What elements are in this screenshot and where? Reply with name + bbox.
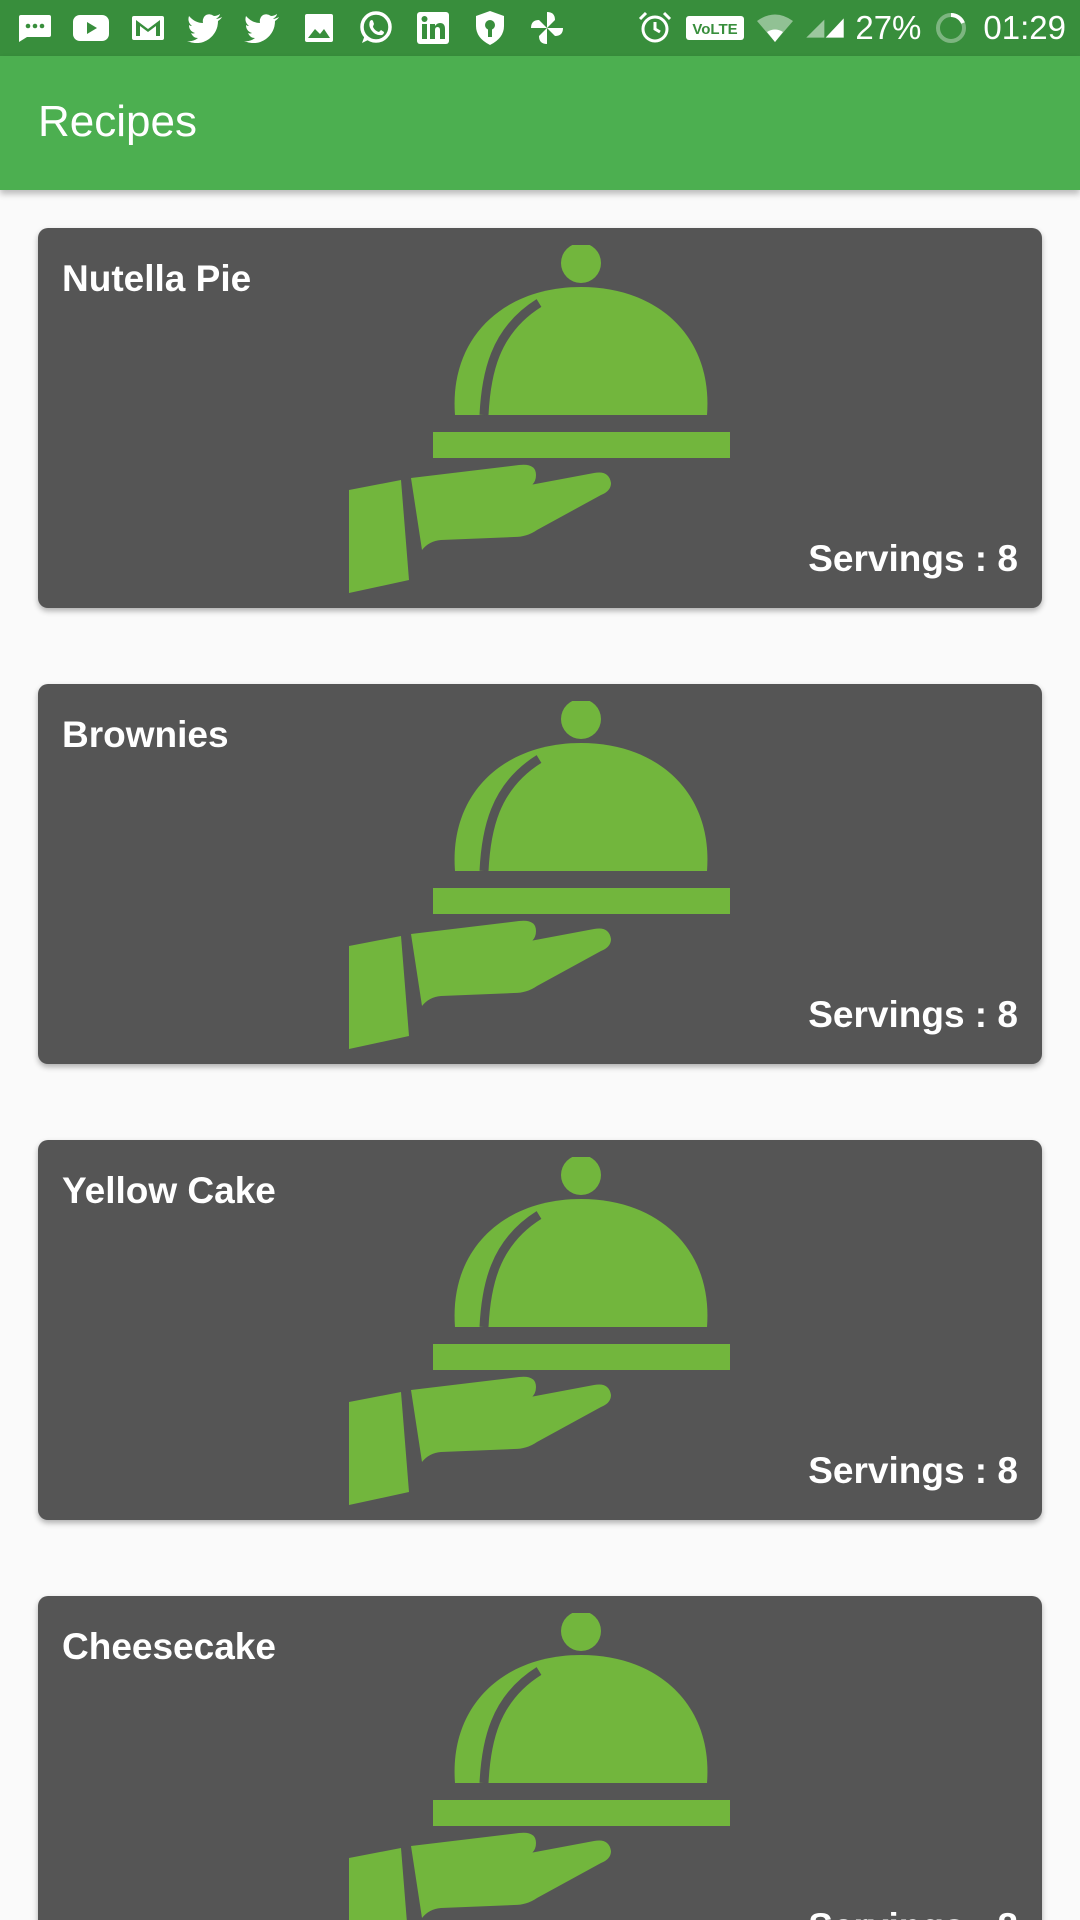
recipe-servings: Servings : 8 xyxy=(808,538,1018,579)
youtube-icon xyxy=(71,8,111,48)
battery-percentage: 27% xyxy=(855,9,922,46)
battery-icon xyxy=(931,8,971,48)
recipe-list[interactable]: Nutella Pie Servings : 8 Brownies Servin… xyxy=(0,190,1080,1920)
recipe-card-yellow-cake[interactable]: Yellow Cake Servings : 8 xyxy=(38,1140,1042,1520)
shield-icon xyxy=(470,8,510,48)
serving-cloche-icon xyxy=(349,701,731,1050)
recipe-name: Brownies xyxy=(62,714,229,755)
recipe-card-brownies[interactable]: Brownies Servings : 8 xyxy=(38,684,1042,1064)
recipe-name: Nutella Pie xyxy=(62,258,252,299)
clock: 01:29 xyxy=(983,9,1066,46)
pinwheel-icon xyxy=(527,8,567,48)
photos-icon xyxy=(299,8,339,48)
gmail-icon xyxy=(128,8,168,48)
whatsapp-icon xyxy=(356,8,396,48)
twitter-icon xyxy=(242,8,282,48)
messages-icon xyxy=(14,8,54,48)
recipe-card-cheesecake[interactable]: Cheesecake Servings : 8 xyxy=(38,1596,1042,1920)
wifi-icon xyxy=(755,8,795,48)
twitter-icon xyxy=(185,8,225,48)
recipe-servings: Servings : 8 xyxy=(808,994,1018,1035)
page-title: Recipes xyxy=(38,97,197,146)
svg-text:VoLTE: VoLTE xyxy=(693,21,738,38)
volte-icon: VoLTE xyxy=(685,8,745,48)
recipe-name: Cheesecake xyxy=(62,1626,276,1667)
app-bar: Recipes xyxy=(0,56,1080,190)
serving-cloche-icon xyxy=(349,1157,731,1506)
status-bar: VoLTE 27% 01:29 xyxy=(0,0,1080,56)
recipe-card-nutella-pie[interactable]: Nutella Pie Servings : 8 xyxy=(38,228,1042,608)
linkedin-icon xyxy=(413,8,453,48)
recipe-servings: Servings : 8 xyxy=(808,1450,1018,1491)
alarm-icon xyxy=(635,8,675,48)
signal-icon xyxy=(805,8,845,48)
recipe-servings: Servings : 8 xyxy=(808,1908,1018,1920)
recipe-name: Yellow Cake xyxy=(62,1170,276,1211)
serving-cloche-icon xyxy=(349,1613,731,1920)
serving-cloche-icon xyxy=(349,245,731,594)
